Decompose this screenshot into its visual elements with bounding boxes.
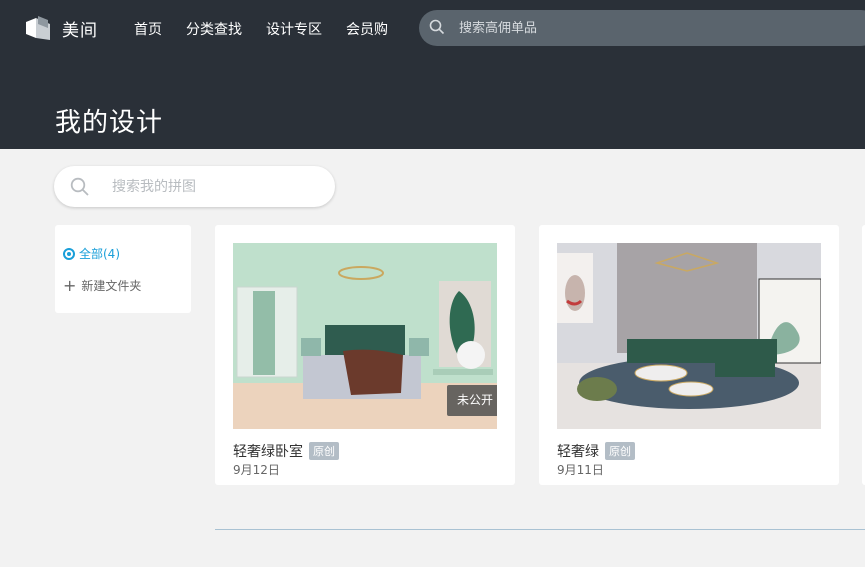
logo[interactable]: 美间 [24,14,98,42]
private-badge: 未公开 [447,385,497,416]
search-icon[interactable] [429,19,445,39]
original-badge: 原创 [605,442,635,460]
design-card[interactable]: 未公开 轻奢绿卧室 原创 9月12日 [215,225,515,485]
logo-icon [24,14,52,42]
folder-sidebar: 全部(4) + 新建文件夹 [55,225,191,313]
nav-item-category[interactable]: 分类查找 [186,19,242,39]
main-nav: 首页 分类查找 设计专区 会员购 [134,19,412,39]
brand-name: 美间 [62,20,98,41]
list-divider [215,529,865,530]
nav-item-home[interactable]: 首页 [134,19,162,39]
nav-item-member-shop[interactable]: 会员购 [346,19,388,39]
top-search-bar [419,10,865,46]
design-title-row: 轻奢绿卧室 原创 [233,441,339,461]
radio-selected-icon[interactable] [63,247,75,260]
original-badge: 原创 [309,442,339,460]
new-folder-button[interactable]: + 新建文件夹 [63,277,141,294]
top-search-input[interactable] [459,10,859,46]
design-thumbnail[interactable]: 未公开 [233,243,497,429]
design-title-row: 轻奢绿 原创 [557,441,635,461]
design-name[interactable]: 轻奢绿卧室 [233,441,303,461]
nav-item-design-zone[interactable]: 设计专区 [266,19,322,39]
new-folder-label: 新建文件夹 [81,279,142,293]
design-name[interactable]: 轻奢绿 [557,441,599,461]
design-date: 9月12日 [233,463,280,477]
top-header: 美间 首页 分类查找 设计专区 会员购 我的设计 [0,0,865,149]
folder-all[interactable]: 全部(4) [63,245,120,262]
folder-all-label: 全部(4) [79,247,120,261]
my-design-search-input[interactable] [112,166,322,207]
design-date: 9月11日 [557,463,604,477]
page-title: 我的设计 [55,108,164,138]
search-icon[interactable] [70,177,90,201]
design-card[interactable]: 轻奢绿 原创 9月11日 [539,225,839,485]
design-thumbnail[interactable] [557,243,821,429]
plus-icon: + [63,275,77,295]
my-design-search-bar [54,166,335,207]
